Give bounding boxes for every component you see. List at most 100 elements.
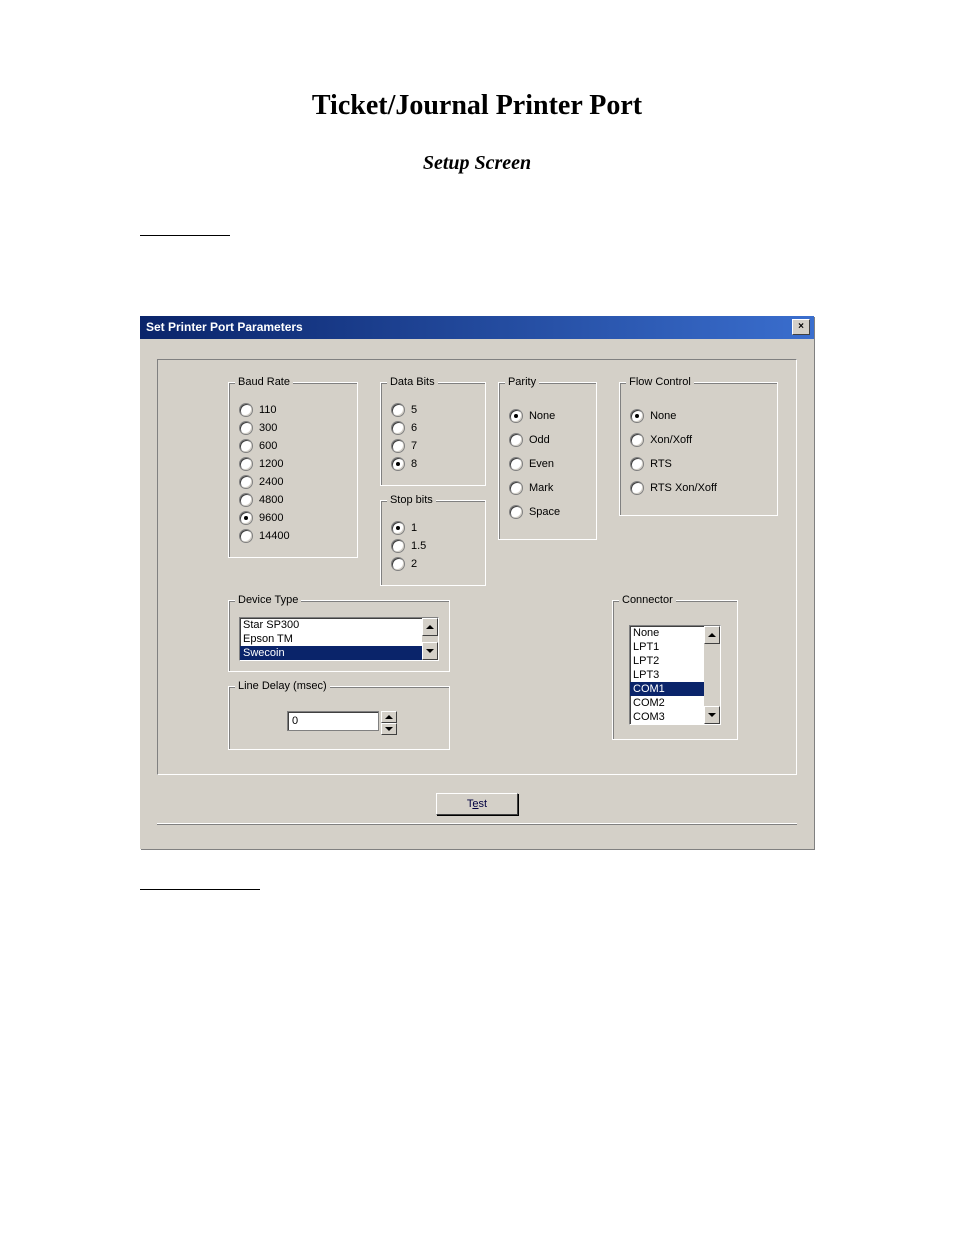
connector-list[interactable]: NoneLPT1LPT2LPT3COM1COM2COM3	[629, 625, 704, 725]
chevron-up-icon	[426, 625, 434, 629]
stop-bits-option[interactable]: 1.5	[391, 539, 475, 553]
group-parity: Parity NoneOddEvenMarkSpace	[498, 382, 597, 540]
parity-option[interactable]: Even	[509, 457, 586, 471]
baud-rate-label: 1200	[259, 458, 283, 470]
baud-rate-label: 14400	[259, 530, 290, 542]
baud-rate-label: 600	[259, 440, 277, 452]
data-bits-option[interactable]: 5	[391, 403, 475, 417]
connector-item[interactable]: LPT3	[630, 668, 704, 682]
radio-icon	[391, 557, 405, 571]
scroll-down-button[interactable]	[422, 642, 438, 660]
parity-label: Even	[529, 458, 554, 470]
scroll-down-button[interactable]	[704, 706, 720, 724]
baud-rate-option[interactable]: 2400	[239, 475, 347, 489]
parity-option[interactable]: Odd	[509, 433, 586, 447]
radio-icon	[630, 409, 644, 423]
baud-rate-option[interactable]: 300	[239, 421, 347, 435]
radio-icon	[391, 421, 405, 435]
spin-down-button[interactable]	[381, 723, 397, 735]
chevron-down-icon	[385, 727, 393, 731]
baud-rate-legend: Baud Rate	[235, 376, 293, 388]
baud-rate-label: 2400	[259, 476, 283, 488]
parity-label: Odd	[529, 434, 550, 446]
flow-control-option[interactable]: Xon/Xoff	[630, 433, 767, 447]
flow-control-option[interactable]: None	[630, 409, 767, 423]
baud-rate-option[interactable]: 4800	[239, 493, 347, 507]
radio-icon	[239, 529, 253, 543]
connector-scrollbar[interactable]	[704, 625, 721, 725]
device-type-item[interactable]: Star SP300	[240, 618, 422, 632]
parity-legend: Parity	[505, 376, 539, 388]
radio-icon	[630, 457, 644, 471]
group-baud-rate: Baud Rate 110300600120024004800960014400	[228, 382, 358, 558]
divider	[140, 889, 260, 890]
page-subtitle: Setup Screen	[60, 152, 894, 175]
baud-rate-option[interactable]: 600	[239, 439, 347, 453]
parity-label: None	[529, 410, 555, 422]
line-delay-spinner[interactable]	[381, 711, 397, 735]
device-type-list[interactable]: Star SP300Epson TMSwecoin	[239, 617, 422, 661]
data-bits-label: 6	[411, 422, 417, 434]
device-type-scrollbar[interactable]	[422, 617, 439, 661]
stop-bits-legend: Stop bits	[387, 494, 436, 506]
chevron-up-icon	[708, 633, 716, 637]
parity-option[interactable]: None	[509, 409, 586, 423]
data-bits-option[interactable]: 7	[391, 439, 475, 453]
group-device-type: Device Type Star SP300Epson TMSwecoin	[228, 600, 450, 672]
close-icon: ×	[798, 322, 804, 332]
flow-control-legend: Flow Control	[626, 376, 694, 388]
page-title: Ticket/Journal Printer Port	[60, 90, 894, 122]
parity-option[interactable]: Mark	[509, 481, 586, 495]
connector-item[interactable]: LPT1	[630, 640, 704, 654]
divider	[140, 235, 230, 236]
flow-control-option[interactable]: RTS	[630, 457, 767, 471]
line-delay-input[interactable]: 0	[287, 711, 379, 731]
baud-rate-option[interactable]: 110	[239, 403, 347, 417]
flow-control-option[interactable]: RTS Xon/Xoff	[630, 481, 767, 495]
radio-icon	[239, 421, 253, 435]
test-button[interactable]: Test	[436, 793, 518, 815]
parity-label: Mark	[529, 482, 553, 494]
device-type-item[interactable]: Epson TM	[240, 632, 422, 646]
dialog-window: Set Printer Port Parameters × Baud Rate …	[140, 316, 814, 849]
scroll-up-button[interactable]	[422, 618, 438, 636]
baud-rate-option[interactable]: 9600	[239, 511, 347, 525]
parity-option[interactable]: Space	[509, 505, 586, 519]
connector-item[interactable]: COM1	[630, 682, 704, 696]
scroll-up-button[interactable]	[704, 626, 720, 644]
connector-item[interactable]: None	[630, 626, 704, 640]
spin-up-button[interactable]	[381, 711, 397, 723]
radio-icon	[509, 457, 523, 471]
stop-bits-label: 1.5	[411, 540, 426, 552]
data-bits-label: 8	[411, 458, 417, 470]
window-title: Set Printer Port Parameters	[146, 320, 303, 334]
close-button[interactable]: ×	[792, 319, 810, 335]
connector-item[interactable]: LPT2	[630, 654, 704, 668]
radio-icon	[630, 433, 644, 447]
connector-item[interactable]: COM3	[630, 710, 704, 724]
line-delay-legend: Line Delay (msec)	[235, 680, 330, 692]
data-bits-label: 5	[411, 404, 417, 416]
flow-control-label: Xon/Xoff	[650, 434, 692, 446]
stop-bits-option[interactable]: 1	[391, 521, 475, 535]
radio-icon	[391, 457, 405, 471]
titlebar: Set Printer Port Parameters ×	[140, 316, 814, 339]
scroll-track[interactable]	[704, 644, 720, 706]
flow-control-label: RTS	[650, 458, 672, 470]
data-bits-option[interactable]: 8	[391, 457, 475, 471]
baud-rate-option[interactable]: 14400	[239, 529, 347, 543]
baud-rate-label: 9600	[259, 512, 283, 524]
test-button-post: st	[479, 798, 488, 810]
radio-icon	[391, 539, 405, 553]
chevron-up-icon	[385, 715, 393, 719]
chevron-down-icon	[426, 649, 434, 653]
stop-bits-label: 2	[411, 558, 417, 570]
data-bits-option[interactable]: 6	[391, 421, 475, 435]
stop-bits-option[interactable]: 2	[391, 557, 475, 571]
connector-item[interactable]: COM2	[630, 696, 704, 710]
baud-rate-option[interactable]: 1200	[239, 457, 347, 471]
baud-rate-label: 300	[259, 422, 277, 434]
device-type-item[interactable]: Swecoin	[240, 646, 422, 660]
group-stop-bits: Stop bits 11.52	[380, 500, 486, 586]
group-connector: Connector NoneLPT1LPT2LPT3COM1COM2COM3	[612, 600, 738, 740]
